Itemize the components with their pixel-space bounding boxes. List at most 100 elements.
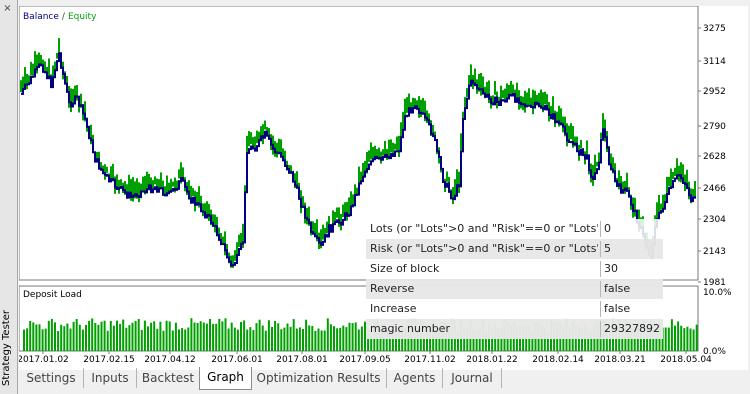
deposit-load-bar <box>26 328 29 351</box>
tab-optimization-results[interactable]: Optimization Results <box>251 368 387 388</box>
deposit-load-bar <box>91 318 94 351</box>
deposit-load-bar <box>336 328 339 351</box>
deposit-load-bar <box>122 319 125 351</box>
deposit-load-bar <box>50 318 53 351</box>
deposit-load-bar <box>274 321 277 351</box>
tab-graph[interactable]: Graph <box>199 367 252 390</box>
deposit-load-bar <box>686 326 689 351</box>
deposit-load-bar <box>218 318 221 351</box>
deposit-load-bar <box>283 327 286 351</box>
x-tick-label: 2017.06.01 <box>211 355 263 365</box>
deposit-load-bar <box>57 331 60 351</box>
param-row: Lots (or "Lots">0 and "Risk"==0 or "Lots… <box>366 219 663 239</box>
param-name: Reverse <box>370 282 415 295</box>
param-row: Risk (or "Lots">0 and "Risk"==0 or "Lots… <box>366 239 663 259</box>
deposit-load-bar <box>131 322 134 351</box>
deposit-load-bar <box>329 324 332 351</box>
deposit-load-bar <box>249 327 252 351</box>
deposit-load-bar <box>289 326 292 351</box>
x-tick-label: 2018.01.22 <box>466 355 518 365</box>
deposit-load-bar <box>75 319 78 351</box>
y-tick-label: 2628 <box>703 152 726 162</box>
tester-tabs: Settings Inputs Backtest Graph Optimizat… <box>19 367 750 394</box>
tab-backtest[interactable]: Backtest <box>137 368 200 388</box>
deposit-load-bar <box>215 323 218 351</box>
deposit-load-bar <box>35 324 38 351</box>
deposit-load-bar <box>128 325 131 351</box>
y-tick-label: 2466 <box>703 184 726 194</box>
deposit-load-bar <box>302 329 304 351</box>
deposit-load-bar <box>670 319 673 351</box>
deposit-load-bar <box>258 319 261 351</box>
tab-inputs[interactable]: Inputs <box>84 368 137 388</box>
deposit-load-bar <box>97 324 100 351</box>
deposit-load-bar <box>116 320 118 351</box>
deposit-load-bar <box>205 323 208 351</box>
x-axis: 2017.01.02 2017.02.15 2017.04.12 2017.06.01… <box>17 351 712 365</box>
x-tick-label: 2017.11.02 <box>404 355 456 365</box>
deposit-load-bar <box>255 323 258 351</box>
deposit-load-bar <box>106 330 109 351</box>
deposit-load-bar <box>360 326 363 351</box>
deposit-load-bar <box>692 329 695 351</box>
deposit-load-bar <box>168 321 171 351</box>
x-tick-label: 2018.05.04 <box>660 355 712 365</box>
deposit-load-bar <box>60 324 63 351</box>
deposit-load-bar <box>351 323 354 351</box>
tab-journal[interactable]: Journal <box>443 368 502 388</box>
deposit-load-bar <box>187 327 190 351</box>
deposit-load-bar <box>271 327 273 351</box>
deposit-load-bar <box>280 329 283 351</box>
deposit-load-bar <box>683 328 686 351</box>
deposit-load-bar <box>54 322 56 351</box>
deposit-load-bar <box>286 323 289 351</box>
deposit-load-bar <box>227 328 230 351</box>
deposit-load-bar <box>326 318 329 351</box>
deposit-load-bar <box>81 329 84 351</box>
x-tick-label: 2017.04.12 <box>144 355 196 365</box>
deposit-load-bar <box>47 320 50 351</box>
deposit-load-bar <box>72 321 75 351</box>
deposit-load-bar <box>153 321 156 351</box>
y-tick-label: 2790 <box>703 122 726 132</box>
deposit-load-bar <box>178 329 180 351</box>
deposit-load-bar <box>667 327 670 351</box>
deposit-load-bar <box>224 318 227 351</box>
x-tick-label: 2017.08.01 <box>276 355 328 365</box>
deposit-load-bar <box>323 330 326 351</box>
param-name: magic number <box>370 322 450 335</box>
deposit-load-bar <box>236 329 239 351</box>
deposit-load-bar <box>32 322 35 351</box>
param-row: Reverse false <box>366 279 663 299</box>
y-tick-label: 2952 <box>703 87 726 97</box>
tab-settings[interactable]: Settings <box>19 368 84 388</box>
param-row: magic number 29327892 <box>366 319 663 339</box>
deposit-load-bar <box>38 324 41 351</box>
tab-agents[interactable]: Agents <box>387 368 443 388</box>
deposit-load-bar <box>181 328 184 351</box>
deposit-load-bar <box>190 318 193 351</box>
deposit-load-bar <box>677 321 680 351</box>
deposit-load-bar <box>134 320 137 351</box>
deposit-load-bar <box>252 330 255 351</box>
deposit-tick-max: 10.0% <box>703 288 732 298</box>
deposit-load-bar <box>317 328 320 351</box>
deposit-load-bar <box>143 320 146 351</box>
deposit-load-bar <box>100 321 103 351</box>
deposit-load-bar <box>78 324 81 351</box>
deposit-load-bar <box>162 330 165 351</box>
y-axis: 3275 3114 2952 2790 2628 2466 2304 2143 1981 <box>698 24 726 288</box>
close-icon[interactable]: × <box>2 3 13 14</box>
x-tick-label: 2017.09.05 <box>339 355 391 365</box>
deposit-load-bar <box>308 325 311 351</box>
param-name: Increase <box>370 302 417 315</box>
deposit-load-bar <box>339 327 342 351</box>
deposit-load-bar <box>345 327 348 351</box>
deposit-load-bar <box>174 322 177 351</box>
y-tick-label: 2143 <box>703 247 726 257</box>
param-value: 30 <box>604 262 618 275</box>
deposit-load-bar <box>196 323 199 351</box>
deposit-load-bar <box>140 329 143 351</box>
deposit-load-bar <box>674 325 676 351</box>
param-value: 29327892 <box>604 322 660 335</box>
